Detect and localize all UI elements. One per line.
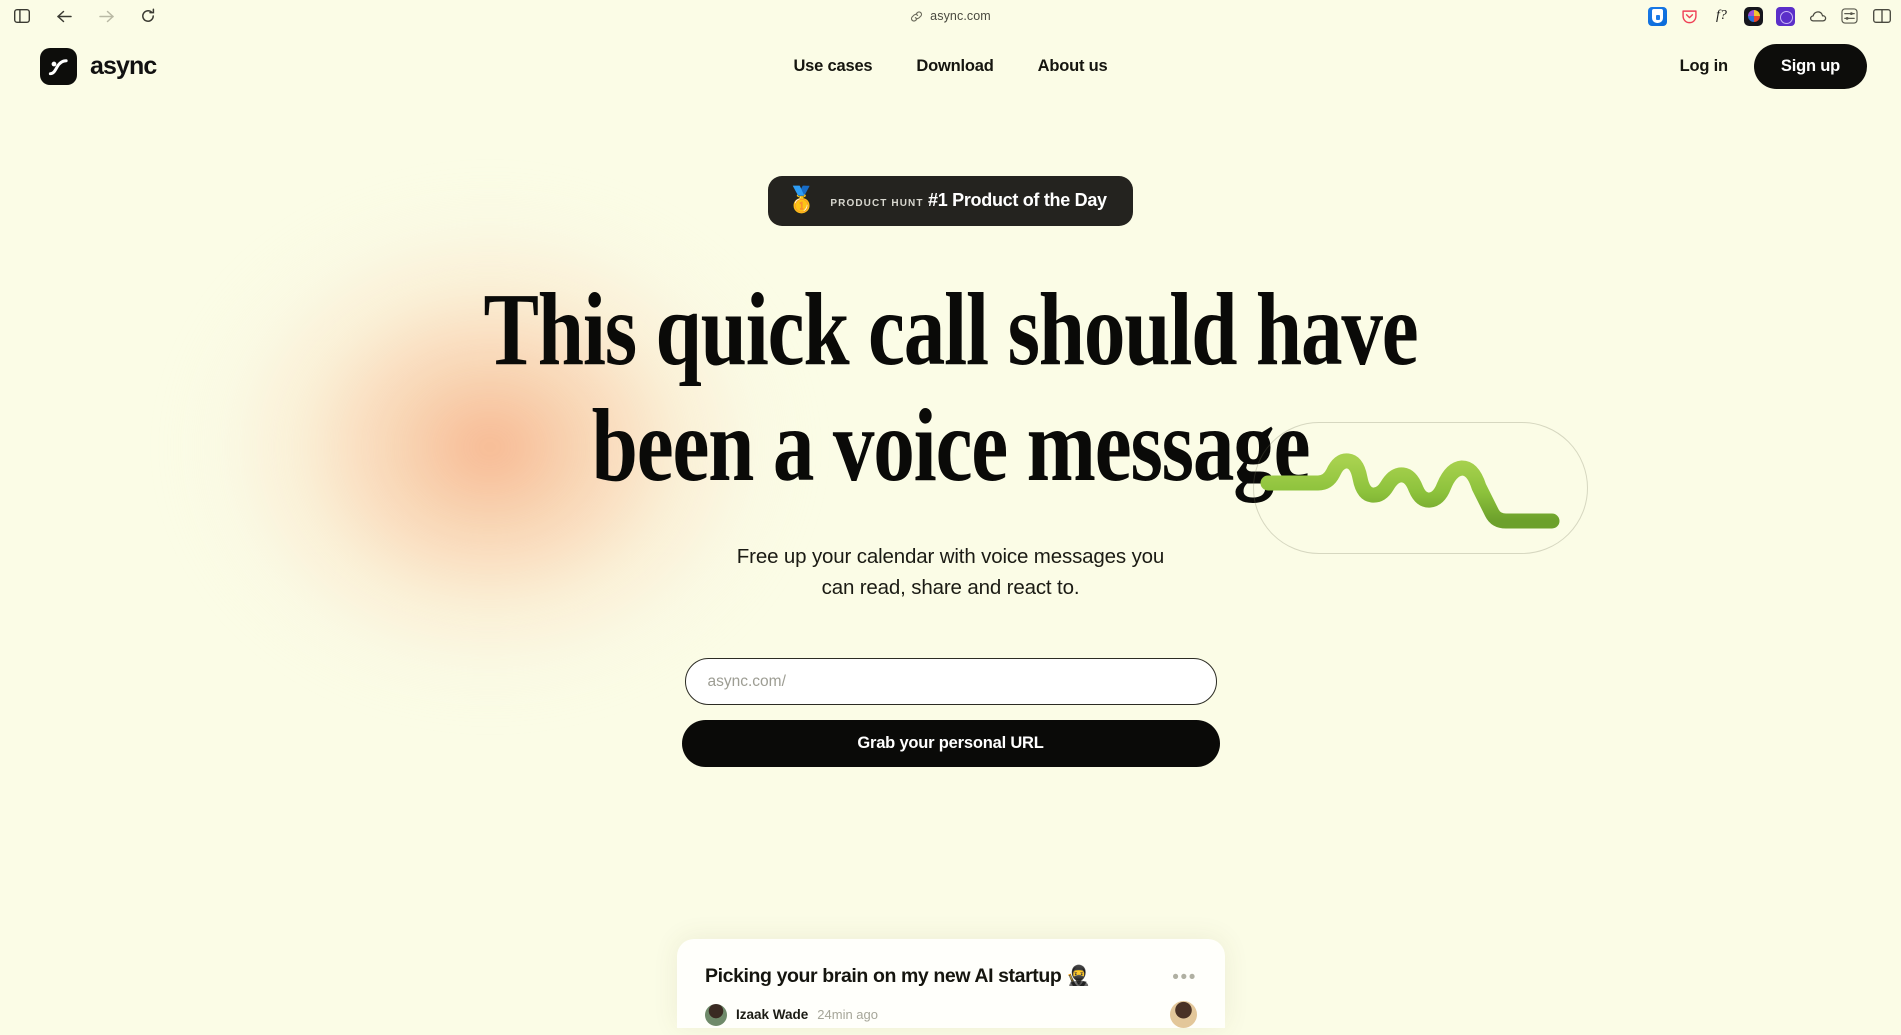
hero-subheading-line-2: can read, share and react to.	[821, 576, 1080, 600]
browser-extensions: f?	[1648, 0, 1891, 32]
product-hunt-badge[interactable]: 🥇 PRODUCT HUNT #1 Product of the Day	[768, 176, 1133, 226]
split-view-extension-icon[interactable]	[1872, 7, 1891, 26]
message-preview-card[interactable]: Picking your brain on my new AI startup …	[677, 939, 1225, 1029]
cloud-extension-icon[interactable]	[1808, 7, 1827, 26]
waveform-icon	[1260, 453, 1560, 529]
sidebar-toggle-icon[interactable]	[11, 5, 33, 27]
brand-name: async	[90, 51, 157, 80]
message-card-meta: Izaak Wade 24min ago	[705, 1001, 1197, 1029]
product-hunt-kicker: PRODUCT HUNT	[830, 198, 924, 209]
recipient-avatar	[1170, 1001, 1197, 1029]
browser-toolbar: async.com f?	[0, 0, 1901, 32]
reload-icon[interactable]	[137, 5, 159, 27]
forward-arrow-icon[interactable]	[95, 5, 117, 27]
nav-item-use-cases[interactable]: Use cases	[793, 57, 872, 76]
brand-logo[interactable]: async	[40, 47, 157, 85]
personal-url-input[interactable]	[684, 658, 1217, 706]
product-hunt-badge-text: PRODUCT HUNT #1 Product of the Day	[830, 190, 1107, 211]
browser-nav-controls	[0, 5, 159, 27]
signup-form: Grab your personal URL	[0, 658, 1901, 768]
link-icon	[910, 10, 923, 23]
medal-icon: 🥇	[786, 186, 818, 214]
nav-item-download[interactable]: Download	[916, 57, 993, 76]
1password-extension-icon[interactable]	[1648, 6, 1667, 26]
back-arrow-icon[interactable]	[53, 5, 75, 27]
voice-waveform-graphic	[1253, 422, 1588, 554]
async-logo-icon	[40, 47, 77, 85]
hero-subheading-line-1: Free up your calendar with voice message…	[736, 544, 1165, 568]
nav-item-about-us[interactable]: About us	[1038, 57, 1108, 76]
message-card-header: Picking your brain on my new AI startup …	[705, 964, 1197, 988]
site-header: async Use cases Download About us Log in…	[0, 32, 1901, 100]
product-hunt-title: #1 Product of the Day	[928, 190, 1107, 210]
page-content: async Use cases Download About us Log in…	[0, 32, 1901, 1035]
message-overflow-menu-icon[interactable]: •••	[1172, 964, 1197, 987]
signup-button[interactable]: Sign up	[1753, 43, 1867, 89]
message-author-group: Izaak Wade 24min ago	[705, 1003, 878, 1026]
grab-url-button[interactable]: Grab your personal URL	[681, 720, 1220, 768]
fmath-extension-icon[interactable]: f?	[1712, 7, 1731, 26]
address-bar-text: async.com	[930, 9, 991, 23]
author-avatar	[705, 1003, 727, 1026]
address-bar[interactable]: async.com	[0, 0, 1901, 32]
hero-subheading: Free up your calendar with voice message…	[0, 541, 1901, 603]
message-author-name: Izaak Wade	[736, 1007, 809, 1023]
header-actions: Log in Sign up	[1680, 43, 1867, 89]
pocket-extension-icon[interactable]	[1680, 7, 1699, 26]
message-timestamp: 24min ago	[817, 1007, 878, 1023]
message-title: Picking your brain on my new AI startup …	[705, 965, 1091, 987]
fmath-extension-label: f?	[1716, 8, 1727, 23]
login-link[interactable]: Log in	[1680, 57, 1728, 76]
purple-globe-extension-icon[interactable]	[1776, 6, 1795, 26]
primary-nav: Use cases Download About us	[0, 57, 1901, 76]
headline-line-1: This quick call should have	[483, 272, 1418, 387]
sliders-extension-icon[interactable]	[1840, 7, 1859, 26]
colorful-extension-icon[interactable]	[1744, 6, 1763, 26]
hero-section: 🥇 PRODUCT HUNT #1 Product of the Day Thi…	[0, 100, 1901, 768]
